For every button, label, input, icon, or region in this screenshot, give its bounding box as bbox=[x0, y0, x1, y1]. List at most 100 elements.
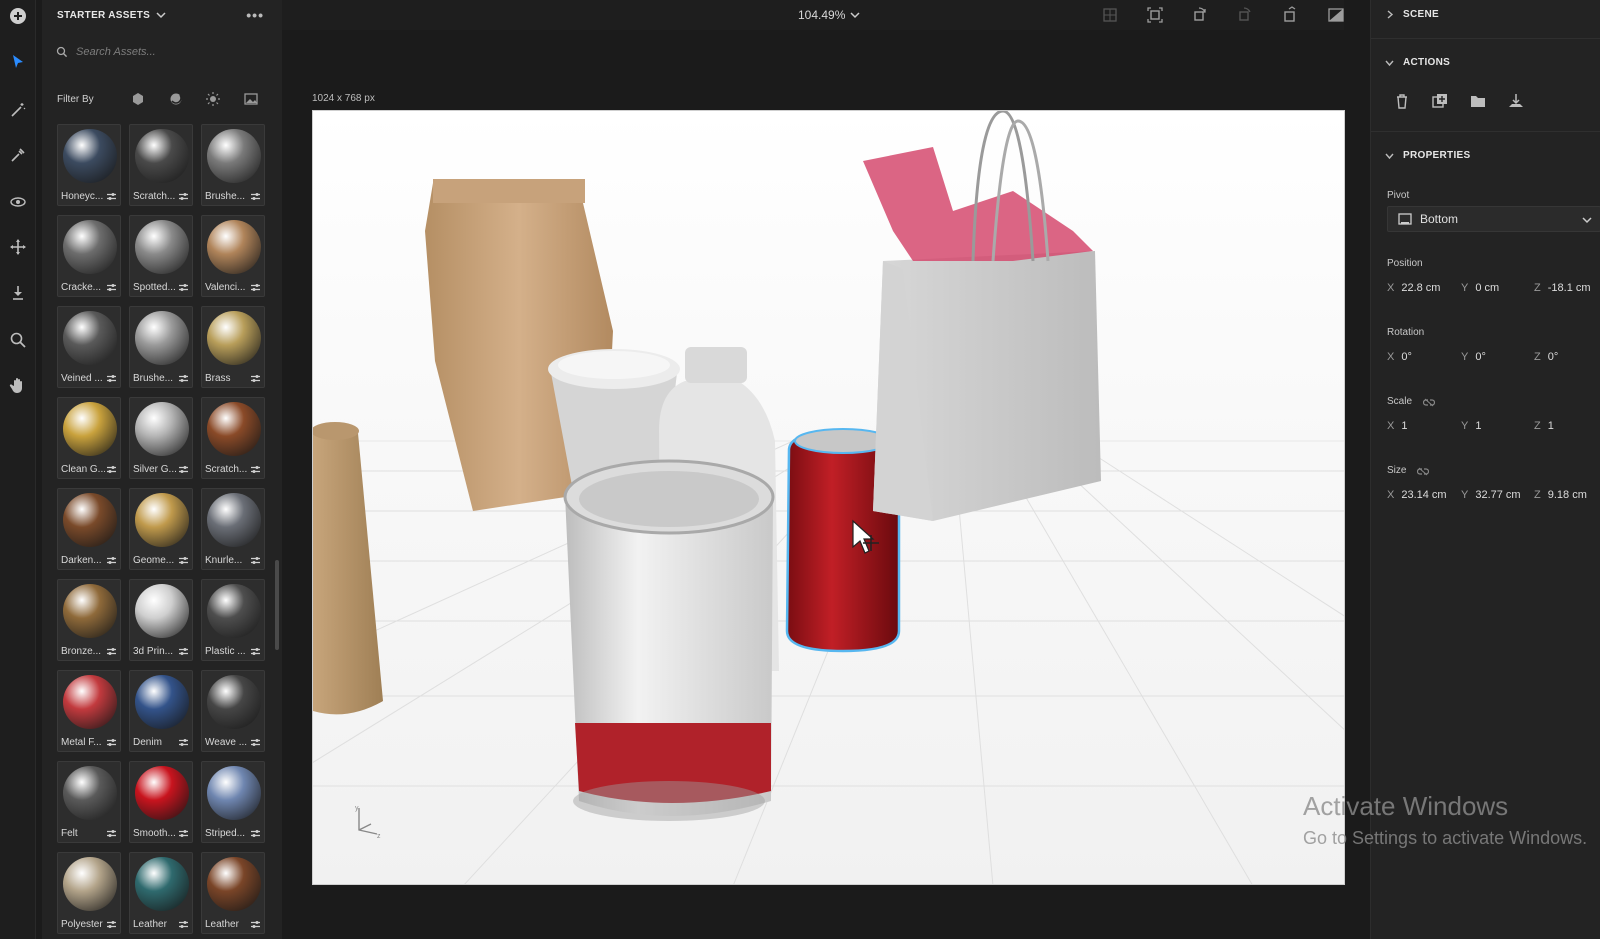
model-filter-icon[interactable] bbox=[130, 91, 146, 107]
select-icon[interactable] bbox=[6, 50, 30, 74]
material-tile[interactable]: Darken... bbox=[57, 488, 121, 570]
material-tile[interactable]: Brushe... bbox=[201, 124, 265, 206]
material-tile[interactable]: Scratch... bbox=[201, 397, 265, 479]
drop-to-ground-icon[interactable] bbox=[6, 281, 30, 305]
adjust-sliders-icon[interactable] bbox=[178, 192, 189, 201]
scale-y-field[interactable]: Y1 bbox=[1461, 420, 1481, 432]
material-tile[interactable]: Knurle... bbox=[201, 488, 265, 570]
render-preview-icon[interactable] bbox=[1327, 6, 1345, 24]
adjust-sliders-icon[interactable] bbox=[106, 647, 117, 656]
material-tile[interactable]: Spotted... bbox=[129, 215, 193, 297]
material-tile[interactable]: 3d Prin... bbox=[129, 579, 193, 661]
adjust-sliders-icon[interactable] bbox=[178, 465, 189, 474]
adjust-sliders-icon[interactable] bbox=[250, 738, 261, 747]
adjust-sliders-icon[interactable] bbox=[106, 920, 117, 929]
reset-view-icon[interactable] bbox=[1281, 6, 1299, 24]
link-icon[interactable] bbox=[1423, 398, 1435, 407]
adjust-sliders-icon[interactable] bbox=[106, 465, 117, 474]
rotation-y-field[interactable]: Y 0° bbox=[1461, 351, 1486, 363]
size-y-field[interactable]: Y 32.77 cm bbox=[1461, 489, 1521, 501]
material-filter-icon[interactable] bbox=[168, 91, 184, 107]
material-tile[interactable]: Striped... bbox=[201, 761, 265, 843]
actions-section-header[interactable]: ACTIONS bbox=[1385, 57, 1450, 68]
adjust-sliders-icon[interactable] bbox=[178, 738, 189, 747]
light-filter-icon[interactable] bbox=[205, 91, 221, 107]
frame-icon[interactable] bbox=[1101, 6, 1119, 24]
material-tile[interactable]: Bronze... bbox=[57, 579, 121, 661]
material-tile[interactable]: Denim bbox=[129, 670, 193, 752]
pan-hand-icon[interactable] bbox=[6, 373, 30, 397]
chevron-down-icon[interactable] bbox=[156, 10, 166, 20]
adjust-sliders-icon[interactable] bbox=[178, 556, 189, 565]
material-tile[interactable]: Leather bbox=[129, 852, 193, 934]
adjust-sliders-icon[interactable] bbox=[250, 283, 261, 292]
search-input[interactable] bbox=[76, 46, 256, 58]
properties-section-header[interactable]: PROPERTIES bbox=[1385, 150, 1470, 161]
adjust-sliders-icon[interactable] bbox=[250, 465, 261, 474]
fit-view-icon[interactable] bbox=[1146, 6, 1164, 24]
image-filter-icon[interactable] bbox=[243, 91, 259, 107]
material-tile[interactable]: Cracke... bbox=[57, 215, 121, 297]
adjust-sliders-icon[interactable] bbox=[106, 829, 117, 838]
adjust-sliders-icon[interactable] bbox=[106, 556, 117, 565]
adjust-sliders-icon[interactable] bbox=[250, 192, 261, 201]
adjust-sliders-icon[interactable] bbox=[106, 738, 117, 747]
3d-canvas[interactable]: y z bbox=[312, 110, 1345, 885]
material-tile[interactable]: Valenci... bbox=[201, 215, 265, 297]
adjust-sliders-icon[interactable] bbox=[178, 374, 189, 383]
add-icon[interactable] bbox=[6, 4, 30, 28]
adjust-sliders-icon[interactable] bbox=[106, 283, 117, 292]
size-z-field[interactable]: Z 9.18 cm bbox=[1534, 489, 1587, 501]
zoom-level[interactable]: 104.49% bbox=[798, 8, 845, 22]
assets-header[interactable]: STARTER ASSETS ••• bbox=[42, 0, 282, 30]
position-y-field[interactable]: Y0 cm bbox=[1461, 282, 1499, 294]
assets-scrollbar[interactable] bbox=[275, 560, 279, 650]
adjust-sliders-icon[interactable] bbox=[178, 920, 189, 929]
material-tile[interactable]: Weave ... bbox=[201, 670, 265, 752]
duplicate-icon[interactable] bbox=[1431, 92, 1449, 110]
material-tile[interactable]: Veined ... bbox=[57, 306, 121, 388]
adjust-sliders-icon[interactable] bbox=[178, 829, 189, 838]
move-icon[interactable] bbox=[6, 235, 30, 259]
more-options-icon[interactable]: ••• bbox=[246, 7, 264, 23]
scale-z-field[interactable]: Z1 bbox=[1534, 420, 1554, 432]
adjust-sliders-icon[interactable] bbox=[250, 920, 261, 929]
material-tile[interactable]: Felt bbox=[57, 761, 121, 843]
adjust-sliders-icon[interactable] bbox=[250, 374, 261, 383]
scene-section-header[interactable]: SCENE bbox=[1385, 9, 1439, 20]
adjust-sliders-icon[interactable] bbox=[106, 192, 117, 201]
material-tile[interactable]: Leather bbox=[201, 852, 265, 934]
adjust-sliders-icon[interactable] bbox=[178, 647, 189, 656]
group-folder-icon[interactable] bbox=[1469, 92, 1487, 110]
adjust-sliders-icon[interactable] bbox=[250, 556, 261, 565]
material-tile[interactable]: Polyester bbox=[57, 852, 121, 934]
material-tile[interactable]: Plastic ... bbox=[201, 579, 265, 661]
position-z-field[interactable]: Z -18.1 cm bbox=[1534, 282, 1591, 294]
material-tile[interactable]: Geome... bbox=[129, 488, 193, 570]
rotate-object-icon[interactable] bbox=[1190, 6, 1208, 24]
material-tile[interactable]: Smooth... bbox=[129, 761, 193, 843]
material-tile[interactable]: Scratch... bbox=[129, 124, 193, 206]
link-icon[interactable] bbox=[1417, 467, 1429, 476]
chevron-down-icon[interactable] bbox=[850, 10, 860, 20]
material-tile[interactable]: Metal F... bbox=[57, 670, 121, 752]
rotation-x-field[interactable]: X 0° bbox=[1387, 351, 1412, 363]
adjust-sliders-icon[interactable] bbox=[250, 647, 261, 656]
eyedropper-icon[interactable] bbox=[6, 143, 30, 167]
delete-icon[interactable] bbox=[1393, 92, 1411, 110]
pivot-dropdown[interactable]: Bottom bbox=[1387, 206, 1600, 232]
drop-to-floor-icon[interactable] bbox=[1507, 92, 1525, 110]
material-tile[interactable]: Brass bbox=[201, 306, 265, 388]
magic-wand-icon[interactable] bbox=[6, 98, 30, 122]
orbit-icon[interactable] bbox=[6, 190, 30, 214]
material-tile[interactable]: Clean G... bbox=[57, 397, 121, 479]
adjust-sliders-icon[interactable] bbox=[250, 829, 261, 838]
scale-x-field[interactable]: X1 bbox=[1387, 420, 1407, 432]
size-x-field[interactable]: X 23.14 cm bbox=[1387, 489, 1447, 501]
material-tile[interactable]: Brushe... bbox=[129, 306, 193, 388]
rotation-z-field[interactable]: Z 0° bbox=[1534, 351, 1558, 363]
zoom-icon[interactable] bbox=[6, 328, 30, 352]
adjust-sliders-icon[interactable] bbox=[106, 374, 117, 383]
adjust-sliders-icon[interactable] bbox=[178, 283, 189, 292]
position-x-field[interactable]: X 22.8 cm bbox=[1387, 282, 1440, 294]
